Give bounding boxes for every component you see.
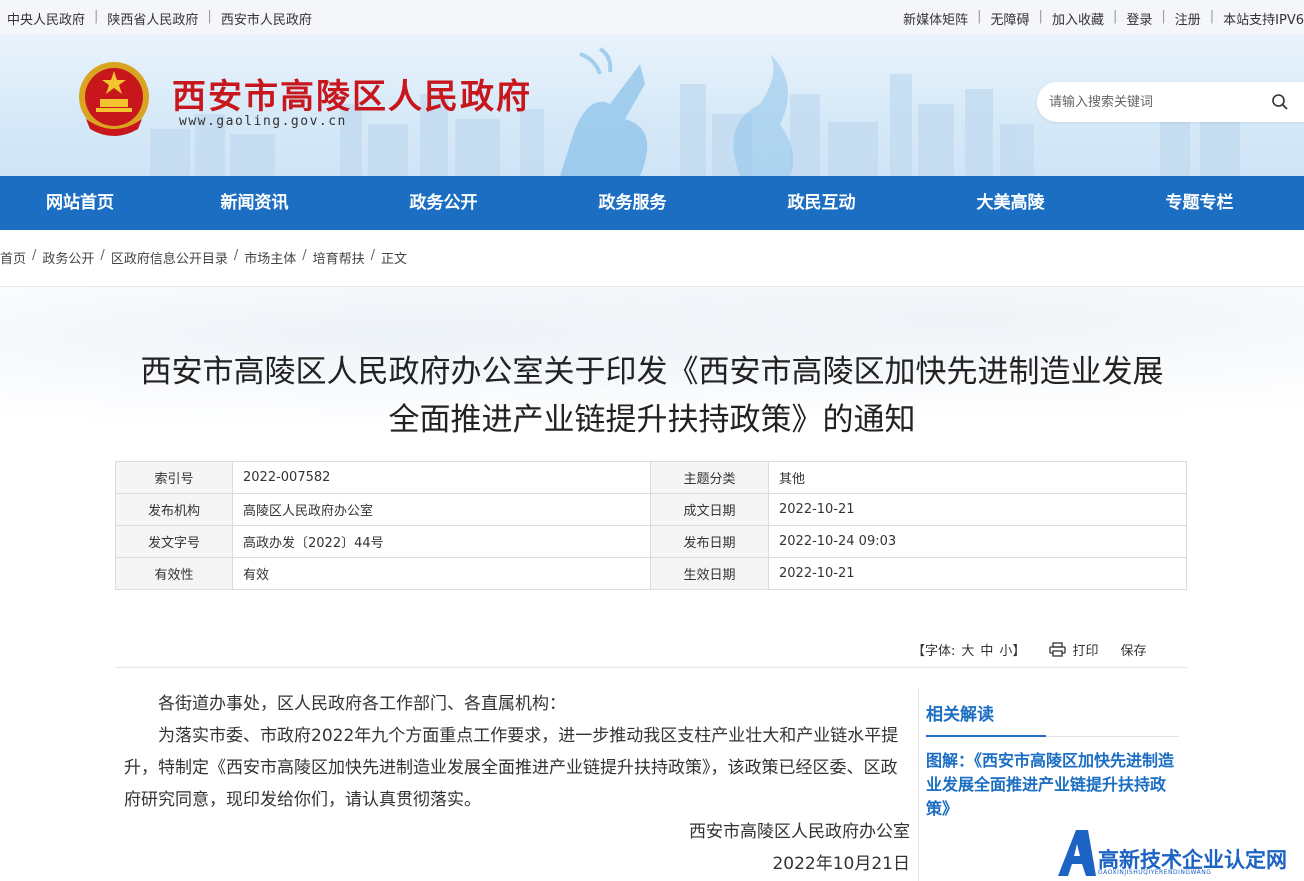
link-ipv6[interactable]: 本站支持IPV6 (1223, 9, 1304, 28)
document-date: 2022年10月21日 (772, 854, 910, 874)
breadcrumb-market[interactable]: 市场主体 (244, 248, 296, 267)
meta-value: 2022-10-24 09:03 (768, 525, 1187, 558)
breadcrumb-gov-affairs[interactable]: 政务公开 (42, 248, 94, 267)
title-line-1: 西安市高陵区人民政府办公室关于印发《西安市高陵区加快先进制造业发展 (140, 354, 1164, 390)
top-bar: 中央人民政府 | 陕西省人民政府 | 西安市人民政府 新媒体矩阵 | 无障碍 |… (0, 0, 1304, 34)
meta-key: 发布日期 (650, 525, 769, 558)
link-shaanxi-gov[interactable]: 陕西省人民政府 (107, 9, 198, 28)
watermark-a-icon (1058, 830, 1096, 876)
font-size-suffix: 】 (1012, 644, 1026, 659)
site-header: 西安市高陵区人民政府 www.gaoling.gov.cn (0, 34, 1304, 176)
related-heading: 相关解读 (926, 705, 994, 725)
meta-key: 生效日期 (650, 557, 769, 590)
nav-gaoling[interactable]: 大美高陵 (916, 176, 1105, 230)
document-title: 西安市高陵区人民政府办公室关于印发《西安市高陵区加快先进制造业发展 全面推进产业… (110, 348, 1194, 444)
nav-gov-services[interactable]: 政务服务 (538, 176, 727, 230)
breadcrumb-home[interactable]: 首页 (0, 248, 26, 267)
watermark-logo: 高新技术企业认定网 GAOXINJISHUQIYERENDINGWANG (1058, 830, 1304, 881)
table-row: 发布机构 高陵区人民政府办公室 成文日期 2022-10-21 (115, 493, 1187, 526)
meta-key: 主题分类 (650, 461, 769, 494)
document-meta-table: 索引号 2022-007582 主题分类 其他 发布机构 高陵区人民政府办公室 … (115, 461, 1187, 590)
search-icon[interactable] (1271, 93, 1289, 111)
font-size-large[interactable]: 大 (961, 640, 974, 659)
link-xian-gov[interactable]: 西安市人民政府 (221, 9, 312, 28)
table-row: 索引号 2022-007582 主题分类 其他 (115, 461, 1187, 494)
divider (918, 688, 919, 881)
link-register[interactable]: 注册 (1175, 9, 1201, 28)
main-nav: 网站首页 新闻资讯 政务公开 政务服务 政民互动 大美高陵 专题专栏 (0, 176, 1304, 230)
divider (115, 667, 1187, 668)
meta-key: 成文日期 (650, 493, 769, 526)
article-tools: 【字体: 大 中 小 】 打印 保存 (912, 640, 1146, 659)
breadcrumb-support[interactable]: 培育帮扶 (313, 248, 365, 267)
watermark-subtext: GAOXINJISHUQIYERENDINGWANG (1098, 869, 1212, 876)
font-size-prefix: 【字体: (912, 644, 956, 659)
salutation: 各街道办事处，区人民政府各工作部门、各直属机构： (158, 694, 566, 714)
meta-key: 发文字号 (115, 525, 233, 558)
top-links-right: 新媒体矩阵 | 无障碍 | 加入收藏 | 登录 | 注册 | 本站支持IPV6 (903, 9, 1304, 28)
table-row: 发文字号 高政办发〔2022〕44号 发布日期 2022-10-24 09:03 (115, 525, 1187, 558)
title-line-2: 全面推进产业链提升扶持政策》的通知 (388, 402, 916, 438)
breadcrumb-separator: / (32, 248, 37, 263)
link-new-media[interactable]: 新媒体矩阵 (903, 9, 968, 28)
separator: | (1161, 9, 1166, 24)
link-central-gov[interactable]: 中央人民政府 (7, 9, 85, 28)
separator: | (1038, 9, 1043, 24)
meta-value: 高陵区人民政府办公室 (232, 493, 651, 526)
meta-key: 有效性 (115, 557, 233, 590)
breadcrumb-separator: / (100, 248, 105, 263)
nav-home[interactable]: 网站首页 (0, 176, 160, 230)
heading-underline (926, 735, 1046, 737)
meta-value: 有效 (232, 557, 651, 590)
national-emblem-icon (79, 62, 149, 136)
nav-topics[interactable]: 专题专栏 (1105, 176, 1294, 230)
font-size-small[interactable]: 小 (999, 640, 1012, 659)
search-input[interactable] (1049, 92, 1249, 112)
separator: | (207, 9, 212, 24)
printer-icon[interactable] (1049, 642, 1067, 657)
meta-key: 发布机构 (115, 493, 233, 526)
separator: | (977, 9, 982, 24)
site-title[interactable]: 西安市高陵区人民政府 (172, 69, 532, 118)
breadcrumb: 首页 / 政务公开 / 区政府信息公开目录 / 市场主体 / 培育帮扶 / 正文 (0, 248, 407, 267)
separator: | (94, 9, 99, 24)
signature: 西安市高陵区人民政府办公室 (689, 822, 910, 842)
nav-interaction[interactable]: 政民互动 (727, 176, 916, 230)
breadcrumb-info-catalog[interactable]: 区政府信息公开目录 (111, 248, 228, 267)
search-box (1037, 82, 1304, 122)
meta-key: 索引号 (115, 461, 233, 494)
nav-news[interactable]: 新闻资讯 (160, 176, 349, 230)
breadcrumb-separator: / (233, 248, 239, 263)
print-button[interactable]: 打印 (1072, 640, 1098, 659)
separator: | (1209, 9, 1215, 24)
breadcrumb-separator: / (370, 248, 376, 263)
save-button[interactable]: 保存 (1120, 640, 1146, 659)
link-login[interactable]: 登录 (1126, 9, 1152, 28)
meta-value: 2022-007582 (232, 461, 651, 494)
site-url: www.gaoling.gov.cn (179, 114, 347, 129)
top-links-left: 中央人民政府 | 陕西省人民政府 | 西安市人民政府 (7, 9, 312, 28)
body-paragraph: 为落实市委、市政府2022年九个方面重点工作要求，进一步推动我区支柱产业壮大和产… (124, 726, 899, 810)
meta-value: 2022-10-21 (768, 557, 1187, 590)
breadcrumb-separator: / (302, 248, 307, 263)
meta-value: 其他 (768, 461, 1187, 494)
table-row: 有效性 有效 生效日期 2022-10-21 (115, 557, 1187, 590)
related-link[interactable]: 图解：《西安市高陵区加快先进制造业发展全面推进产业链提升扶持政策》 (926, 749, 1176, 821)
divider (0, 286, 1304, 287)
separator: | (1112, 9, 1118, 24)
breadcrumb-current: 正文 (381, 252, 408, 267)
font-size-medium[interactable]: 中 (980, 640, 993, 659)
meta-value: 2022-10-21 (768, 493, 1187, 526)
meta-value: 高政办发〔2022〕44号 (232, 525, 651, 558)
nav-gov-affairs-open[interactable]: 政务公开 (349, 176, 538, 230)
divider (1046, 736, 1179, 737)
article-body: 各街道办事处，区人民政府各工作部门、各直属机构： 为落实市委、市政府2022年九… (124, 688, 910, 880)
link-accessibility[interactable]: 无障碍 (991, 9, 1030, 28)
link-bookmark[interactable]: 加入收藏 (1052, 9, 1104, 28)
